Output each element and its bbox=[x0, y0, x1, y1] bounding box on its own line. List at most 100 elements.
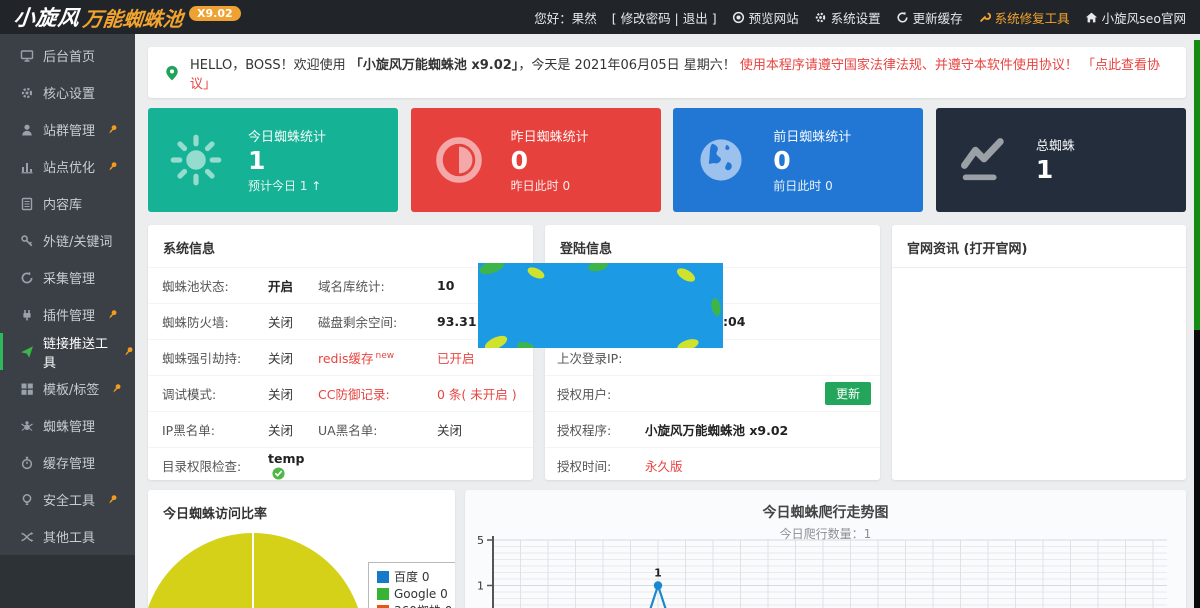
version-badge: X9.02 bbox=[189, 6, 241, 21]
system-info-row: 蜘蛛池状态:开启域名库统计:10 bbox=[148, 267, 533, 303]
sidebar-menu: 后台首页核心设置站群管理站点优化内容库外链/关键词采集管理插件管理链接推送工具模… bbox=[0, 34, 135, 555]
pie-chart-title: 今日蜘蛛访问比率 bbox=[148, 490, 455, 532]
account-links[interactable]: [ 修改密码 | 退出 ] bbox=[612, 8, 717, 27]
logo-part2: 万能蜘蛛池 bbox=[81, 3, 184, 32]
sidebar-item[interactable]: 后台首页 bbox=[0, 37, 135, 74]
system-info-row: 调试模式:关闭CC防御记录:0 条( 未开启 ) bbox=[148, 375, 533, 411]
document-icon bbox=[20, 197, 34, 211]
system-info-row: 蜘蛛防火墙:关闭磁盘剩余空间:93.31 GB bbox=[148, 303, 533, 339]
legend-item: Google 0 bbox=[377, 585, 452, 602]
header-right: 您好：果然 [ 修改密码 | 退出 ] 预览网站系统设置更新缓存系统修复工具小旋… bbox=[534, 8, 1200, 27]
sidebar: 后台首页核心设置站群管理站点优化内容库外链/关键词采集管理插件管理链接推送工具模… bbox=[0, 34, 135, 608]
sidebar-item[interactable]: 链接推送工具 bbox=[0, 333, 135, 370]
refresh-icon bbox=[20, 271, 34, 285]
sidebar-item[interactable]: 缓存管理 bbox=[0, 444, 135, 481]
stat-card: 昨日蜘蛛统计 0 昨日此时 0 bbox=[411, 108, 661, 212]
legend-item: 百度 0 bbox=[377, 568, 452, 585]
preview-icon bbox=[732, 11, 745, 24]
monitor-icon bbox=[20, 49, 34, 63]
stat-card-title: 前日蜘蛛统计 bbox=[773, 126, 851, 145]
login-info-title: 登陆信息 bbox=[545, 225, 880, 267]
stat-card-sub: 预计今日 1 ↑ bbox=[248, 177, 326, 194]
pie-chart-panel: 今日蜘蛛访问比率 百度 0Google 0360蜘蛛 0 bbox=[148, 490, 455, 608]
update-auth-button[interactable]: 更新 bbox=[825, 382, 871, 405]
stat-cards-row: 今日蜘蛛统计 1 预计今日 1 ↑ 昨日蜘蛛统计 0 昨日此时 0 前日蜘蛛统计… bbox=[148, 108, 1186, 212]
top-header: 小旋风 万能蜘蛛池 X9.02 您好：果然 [ 修改密码 | 退出 ] 预览网站… bbox=[0, 0, 1200, 34]
sidebar-item[interactable]: 站群管理 bbox=[0, 111, 135, 148]
pin-icon bbox=[106, 308, 119, 321]
pin-icon bbox=[106, 160, 119, 173]
welcome-banner: HELLO，BOSS！欢迎使用 「小旋风万能蜘蛛池 x9.02」，今天是 202… bbox=[148, 47, 1186, 98]
sidebar-item[interactable]: 站点优化 bbox=[0, 148, 135, 185]
sidebar-item[interactable]: 内容库 bbox=[0, 185, 135, 222]
system-info-row: 蜘蛛强引劫持:关闭redis缓存new已开启 bbox=[148, 339, 533, 375]
stat-card-sub: 前日此时 0 bbox=[773, 177, 851, 194]
privacy-sticker bbox=[478, 263, 723, 348]
pin-icon bbox=[106, 123, 119, 136]
home-icon bbox=[1085, 11, 1098, 24]
right-edge-black-strip bbox=[1194, 330, 1200, 608]
svg-text:1: 1 bbox=[477, 580, 484, 593]
system-info-title: 系统信息 bbox=[148, 225, 533, 267]
timer-icon bbox=[20, 456, 34, 470]
shuffle-icon bbox=[20, 530, 34, 544]
sidebar-item[interactable]: 核心设置 bbox=[0, 74, 135, 111]
stat-card: 今日蜘蛛统计 1 预计今日 1 ↑ bbox=[148, 108, 398, 212]
news-panel: 官网资讯 (打开官网) bbox=[892, 225, 1186, 480]
stat-card-value: 0 bbox=[773, 145, 851, 176]
svg-text:1: 1 bbox=[654, 567, 662, 580]
sidebar-item[interactable]: 安全工具 bbox=[0, 481, 135, 518]
stat-card: 总蜘蛛 1 bbox=[936, 108, 1186, 212]
login-info-row: 授权程序: 小旋风万能蜘蛛池 x9.02 bbox=[545, 411, 880, 447]
system-info-row: 目录权限检查:temp bbox=[148, 447, 533, 483]
sidebar-item[interactable]: 采集管理 bbox=[0, 259, 135, 296]
sidebar-item[interactable]: 其他工具 bbox=[0, 518, 135, 555]
legal-warning: 使用本程序请遵守国家法律法规、并遵守本软件使用协议！ bbox=[740, 58, 1078, 73]
stat-card: 前日蜘蛛统计 0 前日此时 0 bbox=[673, 108, 923, 212]
wrench-icon bbox=[978, 11, 991, 24]
stat-card-title: 今日蜘蛛统计 bbox=[248, 126, 326, 145]
line-chart-title: 今日蜘蛛爬行走势图 bbox=[465, 490, 1186, 522]
check-icon bbox=[272, 467, 285, 480]
pin-icon bbox=[106, 493, 119, 506]
sidebar-item[interactable]: 外链/关键词 bbox=[0, 222, 135, 259]
sidebar-item[interactable]: 模板/标签 bbox=[0, 370, 135, 407]
pin-icon bbox=[110, 382, 123, 395]
system-info-panel: 系统信息 蜘蛛池状态:开启域名库统计:10蜘蛛防火墙:关闭磁盘剩余空间:93.3… bbox=[148, 225, 533, 480]
news-title[interactable]: 官网资讯 (打开官网) bbox=[892, 225, 1186, 268]
login-info-row: 授权用户: 更新 bbox=[545, 375, 880, 411]
bulb-icon bbox=[20, 493, 34, 507]
welcome-text: HELLO，BOSS！欢迎使用 「小旋风万能蜘蛛池 x9.02」，今天是 202… bbox=[190, 54, 1170, 92]
bar-chart-icon bbox=[20, 160, 34, 174]
legend-item: 360蜘蛛 0 bbox=[377, 602, 452, 608]
key-icon bbox=[20, 234, 34, 248]
map-pin-icon bbox=[164, 65, 180, 81]
system-info-row: IP黑名单:关闭UA黑名单:关闭 bbox=[148, 411, 533, 447]
trend-icon bbox=[952, 128, 1016, 192]
line-chart-panel: 今日蜘蛛爬行走势图 今日爬行数量：1 1.511 bbox=[465, 490, 1186, 608]
globe-icon bbox=[689, 128, 753, 192]
svg-text:1.5: 1.5 bbox=[477, 536, 484, 547]
pie-slice-divider bbox=[252, 533, 254, 608]
stat-card-title: 总蜘蛛 bbox=[1036, 135, 1075, 154]
stat-card-value: 1 bbox=[1036, 154, 1075, 185]
pie-chart bbox=[148, 533, 364, 608]
pin-icon bbox=[122, 345, 135, 358]
sidebar-item[interactable]: 插件管理 bbox=[0, 296, 135, 333]
header-menu-wrench[interactable]: 系统修复工具 bbox=[978, 8, 1070, 27]
user-icon bbox=[20, 123, 34, 137]
greeting-text: 您好：果然 bbox=[534, 8, 597, 27]
header-menu-preview[interactable]: 预览网站 bbox=[732, 8, 799, 27]
stat-card-title: 昨日蜘蛛统计 bbox=[511, 126, 589, 145]
logo-part1: 小旋风 bbox=[12, 2, 81, 32]
stat-card-value: 0 bbox=[511, 145, 589, 176]
header-menu-home[interactable]: 小旋风seo官网 bbox=[1085, 8, 1186, 27]
login-info-row: 授权时间: 永久版 bbox=[545, 447, 880, 483]
send-icon bbox=[20, 345, 34, 359]
header-menu-refresh[interactable]: 更新缓存 bbox=[896, 8, 963, 27]
gear-icon bbox=[20, 86, 34, 100]
stat-card-value: 1 bbox=[248, 145, 326, 176]
header-menu-gear[interactable]: 系统设置 bbox=[814, 8, 881, 27]
sidebar-item[interactable]: 蜘蛛管理 bbox=[0, 407, 135, 444]
spider-icon bbox=[20, 419, 34, 433]
